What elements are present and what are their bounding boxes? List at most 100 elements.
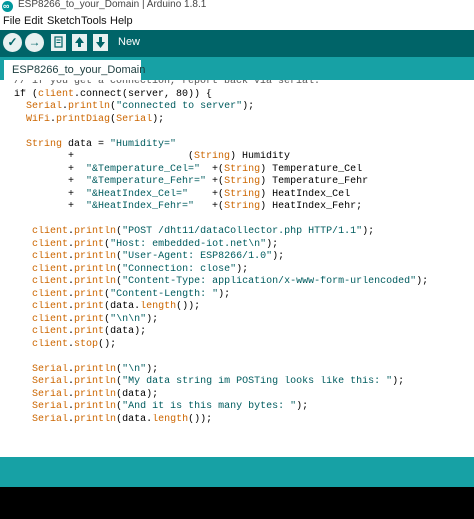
code-line: Serial.println(data.length()); (14, 414, 212, 426)
code-token: client (32, 276, 69, 287)
code-line: + (String) Humidity (14, 151, 290, 163)
code-token: + (14, 163, 87, 175)
new-icon[interactable] (51, 34, 66, 51)
code-token: client (32, 326, 69, 337)
code-token: if ( (14, 88, 39, 100)
code-line: client.stop(); (14, 339, 116, 351)
menu-edit[interactable]: Edit (24, 13, 43, 30)
status-bar (0, 457, 474, 487)
code-token: (data. (104, 301, 141, 312)
code-token: +( (200, 163, 225, 175)
code-line: + "&HeatIndex_Cel=" +(String) HeatIndex_… (14, 189, 350, 201)
code-token: ); (146, 363, 159, 375)
verify-icon[interactable]: ✓ (3, 33, 22, 52)
code-line: Serial.println("\n"); (14, 364, 158, 376)
code-token: Serial (26, 101, 63, 112)
menu-file[interactable]: File (3, 13, 21, 30)
menu-sketch[interactable]: Sketch (47, 13, 81, 30)
code-token: client (32, 338, 69, 350)
code-token: println (74, 376, 117, 387)
code-line: Serial.println("And it is this many byte… (14, 401, 308, 413)
code-token: "Content-Type: application/x-www-form-ur… (122, 276, 417, 287)
code-token: + (14, 188, 87, 200)
code-token: "And it is this many bytes: " (122, 401, 297, 412)
code-token: println (74, 226, 117, 237)
code-line: + "&HeatIndex_Fehr=" +(String) HeatIndex… (14, 201, 362, 213)
code-token: client (32, 226, 69, 237)
code-token: "&Temperature_Fehr=" (86, 176, 207, 187)
code-token: println (74, 388, 117, 400)
save-icon[interactable] (93, 34, 108, 51)
code-token: client (32, 313, 69, 325)
code-token: ); (362, 226, 375, 237)
upload-icon[interactable]: → (25, 33, 44, 52)
code-token: println (68, 101, 111, 112)
arduino-icon: ∞ (2, 1, 13, 12)
code-token: Serial (32, 413, 69, 425)
code-token: println (74, 276, 117, 287)
code-line: String data = "Humidity=" (14, 139, 176, 151)
tab-bar: ESP8266_to_your_Domain (0, 57, 474, 80)
code-token: println (74, 251, 117, 262)
code-line: client.print("Content-Length: "); (14, 289, 230, 301)
code-token: "My data string im POSTing looks like th… (122, 376, 393, 387)
code-token: data = (62, 138, 111, 150)
code-token: ); (218, 288, 231, 300)
code-line: Serial.println(data); (14, 389, 158, 401)
code-token: +( (194, 201, 225, 212)
code-token: client (32, 238, 69, 250)
code-line: WiFi.printDiag(Serial); (14, 114, 164, 126)
window-title: ESP8266_to_your_Domain | Arduino 1.8.1 (18, 0, 207, 10)
code-editor[interactable]: // if you get a connection, report back … (0, 80, 474, 457)
toolbar-hover-label: New (118, 36, 141, 48)
code-token: "User-Agent: ESP8266/1.0" (122, 251, 273, 262)
code-token: client (32, 301, 69, 312)
code-token: println (74, 401, 117, 412)
open-icon[interactable] (72, 34, 87, 51)
code-token: String (194, 151, 231, 162)
code-token: + (14, 201, 87, 212)
code-token: print (74, 313, 105, 325)
code-token: String (224, 163, 261, 175)
code-line: client.println("Connection: close"); (14, 264, 248, 276)
code-token: +( (206, 176, 225, 187)
code-token: print (74, 301, 105, 312)
code-token: (data. (116, 413, 153, 425)
code-line: client.print(data); (14, 326, 146, 338)
code-token: ); (236, 263, 249, 275)
code-token: Serial (32, 376, 69, 387)
title-bar: ∞ ESP8266_to_your_Domain | Arduino 1.8.1 (0, 0, 474, 13)
code-token: ) HeatIndex_Cel (260, 188, 351, 200)
code-token: client (32, 251, 69, 262)
code-token: ); (272, 251, 285, 262)
menu-bar: File Edit Sketch Tools Help (0, 13, 474, 30)
code-token: ); (146, 313, 159, 325)
code-token: print (74, 288, 105, 300)
code-token: print (74, 238, 105, 250)
code-token: .connect(server, 80)) { (74, 88, 213, 100)
code-token: Serial (32, 388, 69, 400)
code-line: client.print("Host: embedded-iot.net\n")… (14, 239, 278, 251)
console-output (0, 487, 474, 519)
code-line: client.println("POST /dht11/dataCollecto… (14, 226, 374, 238)
code-token: "POST /dht11/dataCollector.php HTTP/1.1" (122, 226, 363, 237)
menu-help[interactable]: Help (110, 13, 133, 30)
code-token: Serial (32, 401, 69, 412)
code-token: ); (416, 276, 429, 287)
code-token: ()); (188, 413, 213, 425)
code-token: "Host: embedded-iot.net\n" (110, 238, 267, 250)
code-token: "&HeatIndex_Cel=" (86, 188, 189, 200)
code-line: client.print("\n\n"); (14, 314, 158, 326)
tab-sketch[interactable]: ESP8266_to_your_Domain (4, 60, 145, 80)
menu-tools[interactable]: Tools (81, 13, 107, 30)
code-token: ); (242, 101, 255, 112)
code-token: "&Temperature_Cel=" (86, 163, 201, 175)
